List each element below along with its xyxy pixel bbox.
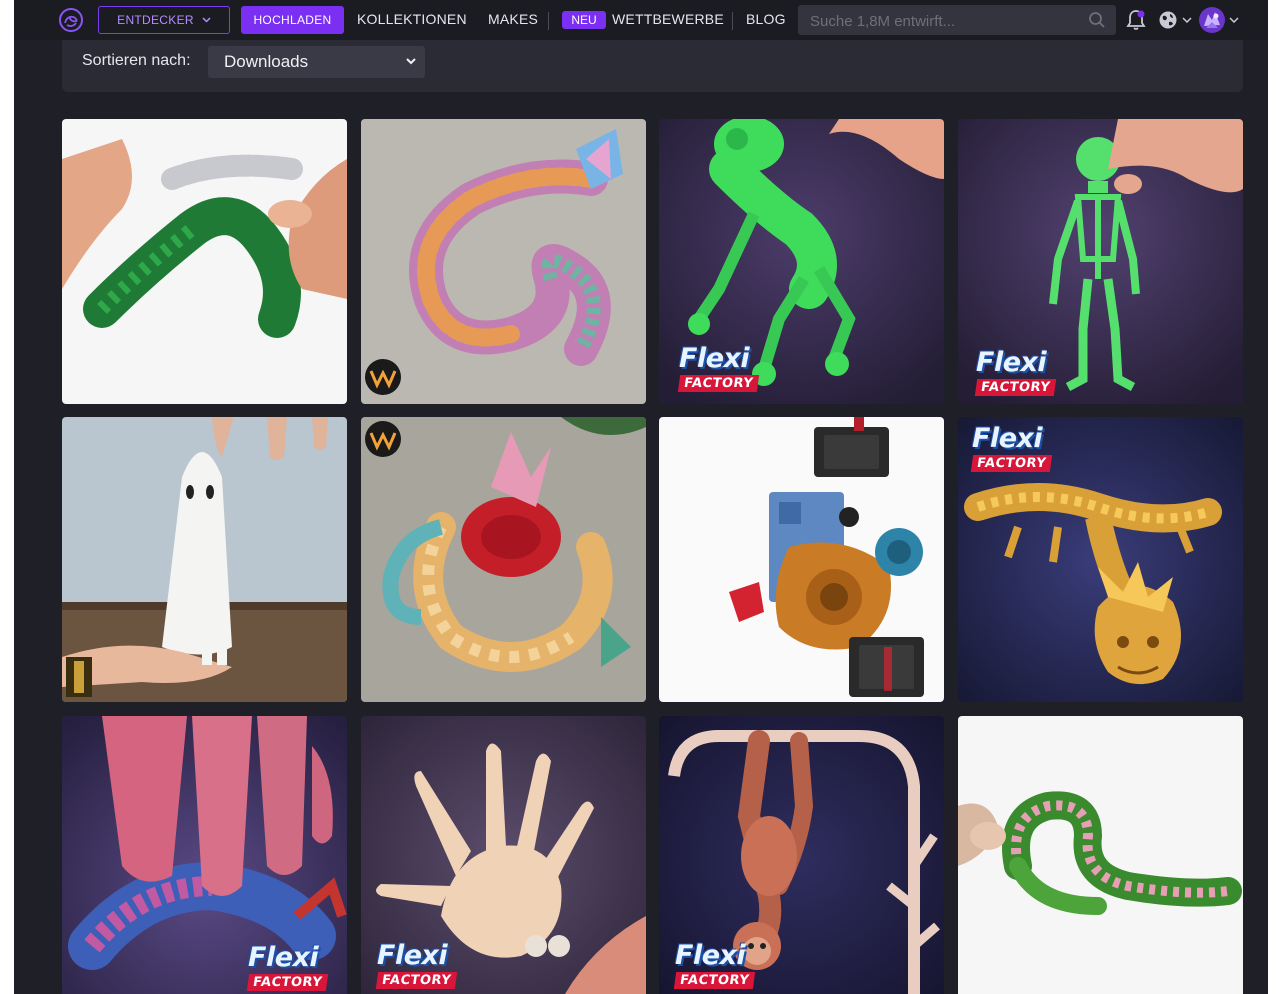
globe-icon: [1159, 11, 1177, 29]
chevron-down-icon: [1182, 17, 1192, 23]
notifications-button[interactable]: [1126, 9, 1146, 31]
language-dropdown[interactable]: [1158, 9, 1192, 31]
model-thumbnail: [62, 119, 347, 404]
app-frame: ENTDECKER HOCHLADEN KOLLEKTIONEN MAKES N…: [14, 0, 1268, 994]
model-card[interactable]: Flexi FACTORY: [659, 119, 944, 404]
model-card[interactable]: Flexi FACTORY: [659, 716, 944, 994]
chevron-down-icon: [202, 17, 211, 23]
model-card[interactable]: [659, 417, 944, 702]
nav-divider: [548, 12, 549, 30]
model-thumbnail: [62, 417, 347, 702]
nav-link-makes[interactable]: MAKES: [488, 11, 538, 27]
model-card[interactable]: [361, 417, 646, 702]
model-thumbnail: [361, 417, 646, 702]
search-input[interactable]: [808, 5, 1082, 37]
explore-label: ENTDECKER: [117, 13, 194, 27]
site-logo-icon[interactable]: [58, 7, 84, 33]
user-menu[interactable]: [1198, 5, 1239, 35]
model-card[interactable]: Flexi FACTORY: [361, 716, 646, 994]
model-card[interactable]: [62, 119, 347, 404]
nav-divider: [732, 12, 733, 30]
sort-panel: Sortieren nach: Downloads: [62, 40, 1243, 92]
sort-label: Sortieren nach:: [82, 52, 191, 69]
model-card[interactable]: [62, 417, 347, 702]
chevron-down-icon: [1229, 17, 1239, 23]
nav-link-collections[interactable]: KOLLEKTIONEN: [357, 11, 467, 27]
flexi-factory-watermark: Flexi FACTORY: [246, 944, 329, 991]
model-card[interactable]: Flexi FACTORY: [958, 119, 1243, 404]
sort-select[interactable]: Downloads: [208, 46, 425, 78]
model-thumbnail: [361, 119, 646, 404]
avatar: [1199, 7, 1225, 33]
model-thumbnail: [958, 716, 1243, 994]
flexi-factory-watermark: Flexi FACTORY: [677, 345, 760, 392]
model-card[interactable]: [958, 716, 1243, 994]
model-grid: Flexi FACTORY Flexi FACTORY Flexi FACTOR…: [62, 119, 1244, 994]
nav-link-blog[interactable]: BLOG: [746, 11, 786, 27]
search-icon[interactable]: [1088, 11, 1106, 29]
explore-dropdown-button[interactable]: ENTDECKER: [98, 6, 230, 34]
flexi-factory-watermark: Flexi FACTORY: [970, 425, 1053, 472]
flexi-factory-watermark: Flexi FACTORY: [974, 349, 1057, 396]
model-card[interactable]: Flexi FACTORY: [958, 417, 1243, 702]
top-navbar: ENTDECKER HOCHLADEN KOLLEKTIONEN MAKES N…: [14, 0, 1268, 40]
new-badge: NEU: [562, 11, 606, 29]
search-box: [798, 5, 1116, 37]
bell-icon: [1126, 10, 1146, 30]
model-thumbnail: [659, 417, 944, 702]
upload-label: HOCHLADEN: [253, 13, 332, 27]
model-card[interactable]: [361, 119, 646, 404]
flexi-factory-watermark: Flexi FACTORY: [673, 942, 756, 989]
model-card[interactable]: Flexi FACTORY: [62, 716, 347, 994]
upload-button[interactable]: HOCHLADEN: [241, 6, 344, 34]
chevron-down-icon: [406, 58, 416, 65]
sort-selected-value: Downloads: [224, 52, 309, 71]
flexi-factory-watermark: Flexi FACTORY: [375, 942, 458, 989]
nav-link-contests[interactable]: WETTBEWERBE: [612, 11, 724, 27]
